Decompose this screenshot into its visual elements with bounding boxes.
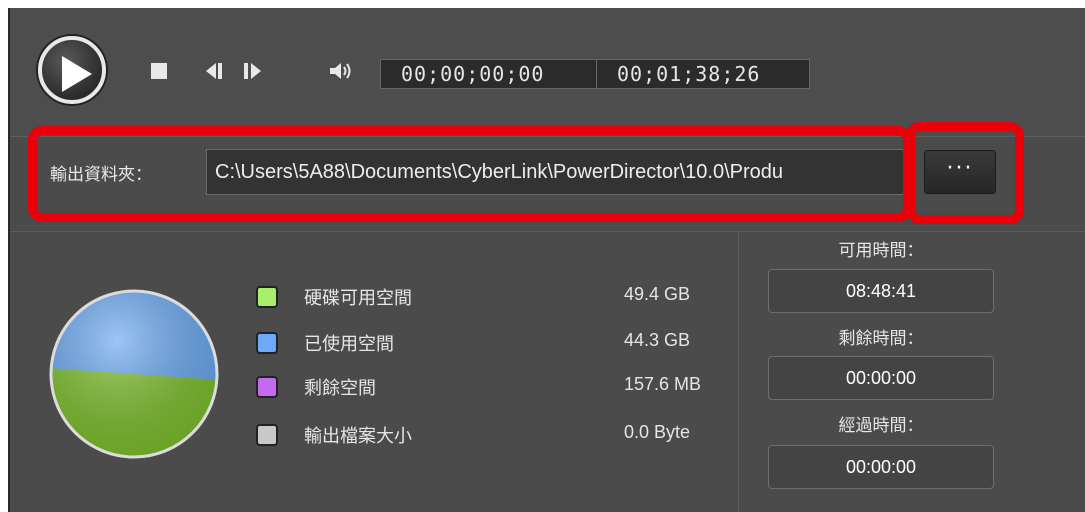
current-timecode: 00;00;00;00 — [380, 59, 597, 89]
legend-value: 0.0 Byte — [624, 422, 691, 442]
remaining-time-value: 00:00:00 — [768, 356, 994, 400]
disk-usage-pie-chart — [49, 289, 219, 459]
legend-value: 49.4 GB — [624, 284, 691, 304]
play-icon — [62, 56, 92, 92]
highlight-box-browse — [906, 122, 1024, 224]
available-time-value: 08:48:41 — [768, 269, 994, 313]
next-frame-icon[interactable] — [242, 62, 264, 80]
elapsed-time-label: 經過時間： — [838, 416, 924, 436]
legend-swatch — [256, 332, 278, 354]
remaining-time-label: 剩餘時間： — [838, 329, 924, 349]
transport-bar: 00;00;00;00 00;01;38;26 — [10, 8, 1085, 136]
divider — [10, 231, 1085, 232]
highlight-box-folder — [28, 126, 912, 222]
stop-icon[interactable] — [150, 62, 168, 80]
volume-icon[interactable] — [328, 60, 356, 82]
legend-label: 已使用空間 — [304, 334, 394, 355]
legend-value: 157.6 MB — [624, 374, 702, 394]
elapsed-time-value: 00:00:00 — [768, 445, 994, 489]
legend-label: 輸出檔案大小 — [304, 426, 412, 447]
available-time-label: 可用時間： — [838, 241, 924, 261]
legend-label: 硬碟可用空間 — [304, 288, 412, 309]
legend-swatch — [256, 286, 278, 308]
play-button[interactable] — [38, 36, 106, 104]
legend-value: 44.3 GB — [624, 330, 691, 350]
produce-panel: 00;00;00;00 00;01;38;26 輸出資料夾： C:\Users\… — [8, 8, 1085, 512]
legend-swatch — [256, 424, 278, 446]
vertical-divider — [738, 232, 739, 512]
legend-swatch — [256, 376, 278, 398]
legend-label: 剩餘空間 — [304, 378, 376, 399]
previous-frame-icon[interactable] — [204, 62, 226, 80]
total-duration-timecode: 00;01;38;26 — [596, 59, 810, 89]
